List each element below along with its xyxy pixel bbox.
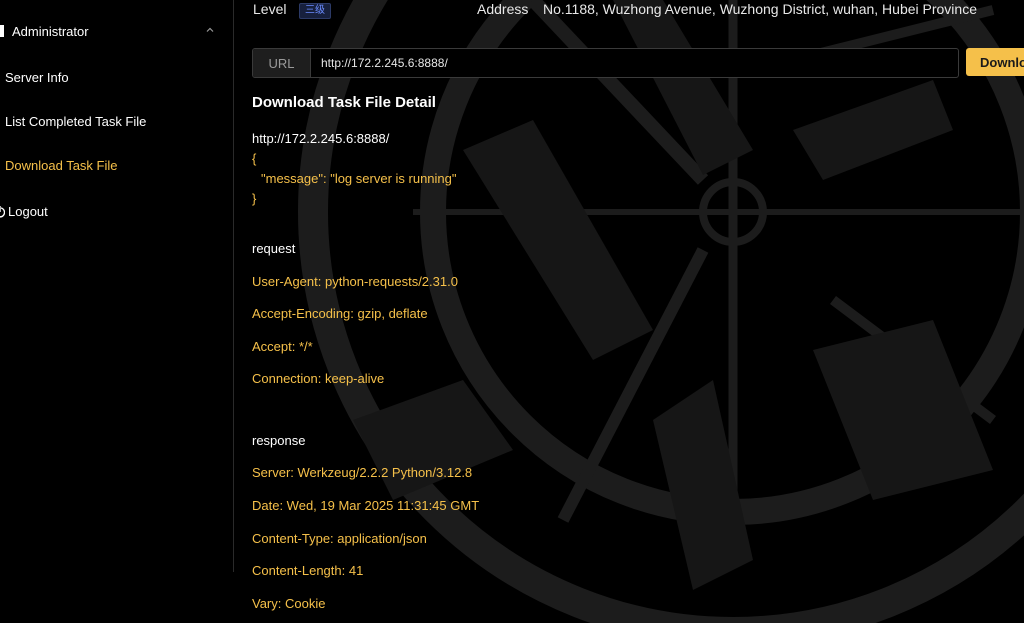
user-icon: [0, 25, 4, 37]
response-body-line: "message": "log server is running": [261, 171, 457, 186]
request-header-line: Accept: */*: [252, 339, 313, 354]
sidebar-divider: [233, 0, 234, 572]
response-header-line: Content-Length: 41: [252, 563, 364, 578]
detail-url: http://172.2.245.6:8888/: [252, 131, 390, 146]
request-header-line: User-Agent: python-requests/2.31.0: [252, 274, 458, 289]
chevron-up-icon[interactable]: [205, 25, 215, 35]
response-body-line: }: [252, 191, 257, 206]
level-badge: 三级: [299, 3, 331, 19]
response-header-line: Vary: Cookie: [252, 596, 326, 611]
sidebar-group-label: Administrator: [12, 23, 89, 39]
app-window: Administrator Server Info List Completed…: [0, 0, 1024, 623]
response-header-line: Date: Wed, 19 Mar 2025 11:31:45 GMT: [252, 498, 480, 513]
response-heading: response: [252, 433, 306, 448]
level-label: Level: [253, 1, 287, 17]
detail-title: Download Task File Detail: [252, 94, 436, 111]
sidebar: Administrator Server Info List Completed…: [0, 0, 233, 623]
response-header-line: Server: Werkzeug/2.2.2 Python/3.12.8: [252, 465, 473, 480]
sidebar-item-list-completed-task-file[interactable]: List Completed Task File: [5, 114, 146, 129]
url-prefix-label: URL: [253, 49, 311, 77]
address-label: Address: [477, 1, 529, 17]
logout-label: Logout: [8, 204, 48, 219]
logout-button[interactable]: Logout: [0, 204, 48, 219]
sidebar-item-download-task-file[interactable]: Download Task File: [5, 158, 117, 173]
download-button[interactable]: Download: [966, 48, 1024, 76]
power-icon: [0, 205, 5, 218]
response-header-line: Content-Type: application/json: [252, 531, 427, 546]
url-input[interactable]: [311, 49, 958, 77]
response-body-line: {: [252, 151, 257, 166]
sidebar-item-server-info[interactable]: Server Info: [5, 70, 69, 85]
address-value: No.1188, Wuzhong Avenue, Wuzhong Distric…: [543, 1, 977, 17]
sidebar-group-administrator[interactable]: Administrator: [0, 19, 225, 43]
url-bar: URL: [252, 48, 959, 78]
main-content: Level 三级 Address No.1188, Wuzhong Avenue…: [234, 0, 1024, 623]
request-header-line: Accept-Encoding: gzip, deflate: [252, 306, 428, 321]
request-header-line: Connection: keep-alive: [252, 371, 385, 386]
request-heading: request: [252, 241, 296, 256]
